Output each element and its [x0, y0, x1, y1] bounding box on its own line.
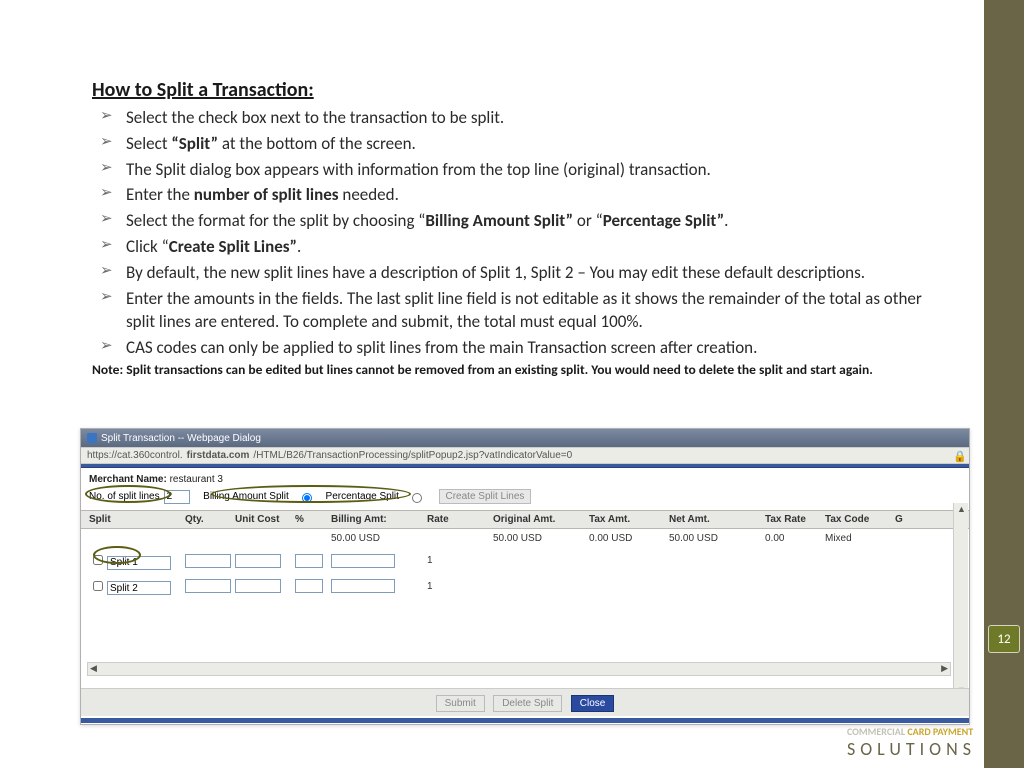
merchant-label: Merchant Name:: [89, 474, 167, 485]
controls-row: No. of split lines Billing Amount Split …: [81, 487, 969, 510]
dialog-button-row: Submit Delete Split Close: [81, 688, 969, 716]
no-lines-input[interactable]: [164, 490, 190, 504]
sum-net: 50.00 USD: [669, 533, 765, 544]
instruction-item: Select the check box next to the transac…: [92, 106, 952, 130]
note-text: Note: Split transactions can be edited b…: [92, 362, 952, 378]
instruction-item: By default, the new split lines have a d…: [92, 261, 952, 285]
billing-input[interactable]: [331, 554, 395, 568]
brand-logo: COMMERCIAL CARD PAYMENT SOLUTIONS: [847, 725, 976, 760]
sum-taxrate: 0.00: [765, 533, 825, 544]
merchant-line: Merchant Name: restaurant 3: [81, 468, 969, 487]
merchant-name: restaurant 3: [170, 474, 223, 485]
pct-input[interactable]: [295, 554, 323, 568]
split-name-input[interactable]: [107, 556, 171, 570]
unitcost-input[interactable]: [235, 579, 281, 593]
sum-taxcode: Mixed: [825, 533, 895, 544]
summary-row: 50.00 USD 50.00 USD 0.00 USD 50.00 USD 0…: [81, 529, 969, 548]
column-headers: Split Qty. Unit Cost % Billing Amt: Rate…: [81, 510, 969, 529]
instruction-item: Select the format for the split by choos…: [92, 209, 952, 233]
hdr-net: Net Amt.: [669, 514, 765, 525]
split-name-input[interactable]: [107, 581, 171, 595]
url-prefix: https://cat.360control.: [87, 450, 183, 461]
page-title: How to Split a Transaction:: [92, 78, 952, 102]
split-row: 1: [81, 548, 969, 574]
delete-split-button[interactable]: Delete Split: [493, 695, 562, 712]
page-number-badge: 12: [988, 625, 1020, 653]
ie-icon: [87, 433, 97, 443]
submit-button[interactable]: Submit: [436, 695, 485, 712]
hdr-taxrate: Tax Rate: [765, 514, 825, 525]
hdr-billing: Billing Amt:: [331, 514, 427, 525]
create-split-lines-button[interactable]: Create Split Lines: [439, 489, 532, 504]
instruction-item: Click “Create Split Lines”.: [92, 235, 952, 259]
brand-line2: SOLUTIONS: [847, 738, 976, 760]
percentage-radio-label: Percentage Split: [326, 491, 399, 502]
instruction-item: Select “Split” at the bottom of the scre…: [92, 132, 952, 156]
instruction-list: Select the check box next to the transac…: [92, 106, 952, 360]
dialog-titlebar: Split Transaction -- Webpage Dialog: [81, 429, 969, 447]
hdr-orig: Original Amt.: [493, 514, 589, 525]
billing-radio-label: Billing Amount Split: [203, 491, 289, 502]
hdr-unit: Unit Cost: [235, 514, 295, 525]
billing-input[interactable]: [331, 579, 395, 593]
billing-radio[interactable]: [302, 493, 312, 503]
row-checkbox[interactable]: [93, 555, 103, 565]
horizontal-scrollbar[interactable]: [87, 662, 951, 676]
percentage-radio[interactable]: [412, 493, 422, 503]
hdr-taxcode: Tax Code: [825, 514, 895, 525]
footer-strip: [81, 718, 969, 723]
brand-line1b: CARD PAYMENT: [905, 725, 973, 738]
instruction-item: The Split dialog box appears with inform…: [92, 158, 952, 182]
qty-input[interactable]: [185, 554, 231, 568]
qty-input[interactable]: [185, 579, 231, 593]
hdr-qty: Qty.: [185, 514, 235, 525]
instruction-item: Enter the amounts in the fields. The las…: [92, 287, 952, 335]
hdr-tax: Tax Amt.: [589, 514, 669, 525]
hdr-g: G: [895, 514, 903, 525]
unitcost-input[interactable]: [235, 554, 281, 568]
address-bar: https://cat.360control. firstdata.com/HTM…: [81, 447, 969, 464]
hdr-pct: %: [295, 514, 331, 525]
sum-orig: 50.00 USD: [493, 533, 589, 544]
instruction-item: Enter the number of split lines needed.: [92, 183, 952, 207]
brand-line1a: COMMERCIAL: [847, 725, 905, 738]
pct-input[interactable]: [295, 579, 323, 593]
instruction-item: CAS codes can only be applied to split l…: [92, 336, 952, 360]
dialog-title: Split Transaction -- Webpage Dialog: [101, 433, 261, 444]
no-lines-label: No. of split lines: [89, 491, 160, 502]
url-host: firstdata.com: [187, 450, 250, 461]
split-row: 1: [81, 574, 969, 600]
split-dialog-screenshot: Split Transaction -- Webpage Dialog http…: [80, 428, 970, 725]
url-tail: /HTML/B26/TransactionProcessing/splitPop…: [253, 450, 572, 461]
rate-value: 1: [427, 581, 493, 592]
hdr-rate: Rate: [427, 514, 493, 525]
lock-icon: 🔒: [953, 450, 963, 462]
hdr-split: Split: [89, 514, 185, 525]
sum-tax: 0.00 USD: [589, 533, 669, 544]
row-checkbox[interactable]: [93, 581, 103, 591]
rate-value: 1: [427, 555, 493, 566]
sum-billing: 50.00 USD: [331, 533, 427, 544]
instruction-block: How to Split a Transaction: Select the c…: [92, 78, 952, 378]
close-button[interactable]: Close: [571, 695, 615, 712]
vertical-scrollbar[interactable]: [953, 503, 968, 696]
